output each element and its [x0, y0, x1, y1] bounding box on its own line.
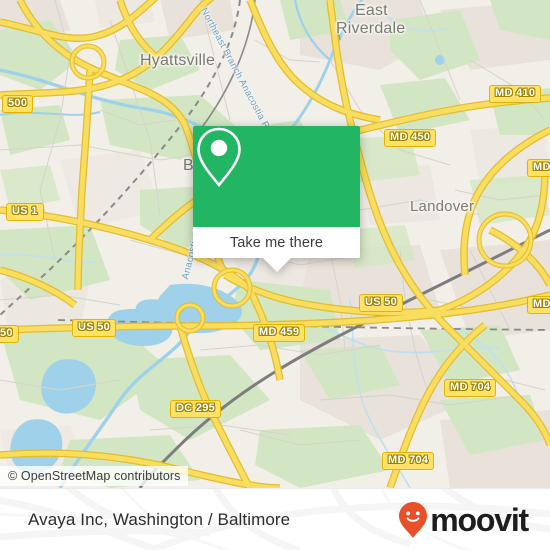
- moovit-wordmark: moovit: [430, 502, 529, 538]
- popup-pointer-tail: [262, 258, 291, 272]
- moovit-brand-logo[interactable]: moovit: [398, 501, 529, 539]
- popup-action-panel[interactable]: Take me there: [193, 227, 360, 258]
- location-popup-card[interactable]: Take me there: [193, 126, 360, 272]
- location-title: Avaya Inc, Washington / Baltimore: [28, 510, 291, 529]
- footer-bar: Avaya Inc, Washington / Baltimore moovit: [0, 488, 550, 550]
- osm-attribution[interactable]: © OpenStreetMap contributors: [0, 466, 188, 486]
- map-pin-icon: [197, 127, 241, 188]
- map-screenshot: Hyattsville East Riverdale Landover B No…: [0, 0, 550, 550]
- map-canvas[interactable]: Hyattsville East Riverdale Landover B No…: [0, 0, 550, 488]
- moovit-smiley-pin-icon: [399, 502, 428, 538]
- popup-marker-panel: [193, 126, 360, 227]
- take-me-there-label: Take me there: [229, 234, 324, 251]
